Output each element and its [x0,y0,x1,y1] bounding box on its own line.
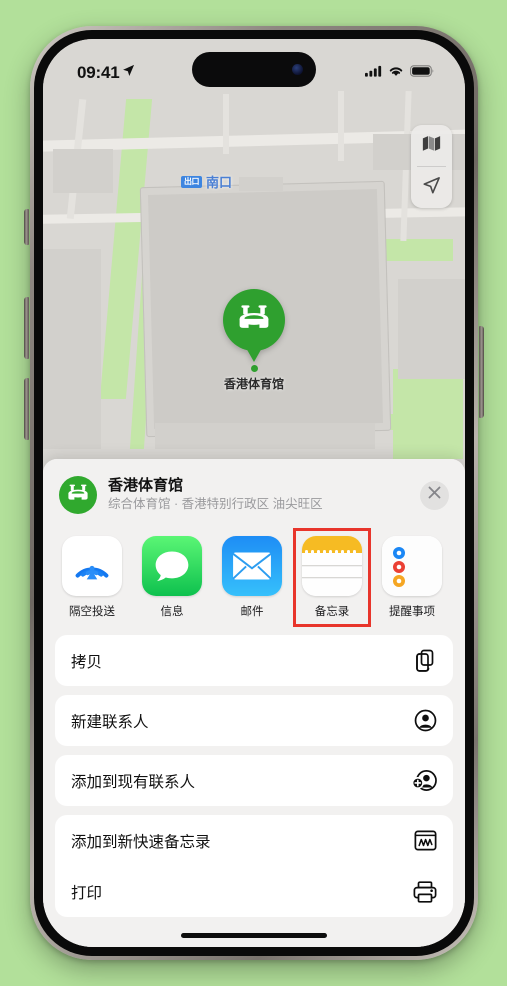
battery-full-icon [410,64,435,82]
map-layers-button[interactable] [411,125,452,166]
transit-label-text: 南口 [206,175,233,190]
action-label: 新建联系人 [71,713,149,731]
stadium-icon [66,483,90,508]
map-controls[interactable] [411,125,452,208]
cellular-bars-icon [365,64,382,82]
action-row-new-contact[interactable]: 新建联系人 [55,695,453,746]
map-pin[interactable] [223,289,285,351]
action-group: 拷贝 [55,635,453,686]
quick-note-icon [414,830,437,851]
share-app-airdrop[interactable]: 隔空投送 [61,536,123,619]
volume-down-button[interactable] [24,378,29,440]
person-badge-plus-icon [412,769,437,792]
phone-bezel: 出口 南口 香港体育馆 09:41 香港体育馆 综合体育馆 · 香港特别行政区 … [34,30,474,956]
share-app-label: 邮件 [240,606,264,618]
close-icon [428,486,441,504]
power-button[interactable] [479,326,484,418]
map-road [338,91,344,161]
place-avatar [59,476,97,514]
person-circle-icon [414,709,437,732]
share-app-row[interactable]: 隔空投送 信息 邮件 备忘录 提醒事项 [43,528,465,627]
share-app-label: 备忘录 [314,606,350,618]
action-group: 新建联系人 [55,695,453,746]
home-indicator[interactable] [181,933,327,938]
messages-icon [142,536,202,596]
map-building [155,423,375,449]
share-app-reminders[interactable]: 提醒事项 [381,536,443,619]
front-camera-icon [292,64,303,75]
place-info: 香港体育馆 综合体育馆 · 香港特别行政区 油尖旺区 [108,477,409,514]
map-building [239,177,283,191]
share-sheet-header: 香港体育馆 综合体育馆 · 香港特别行政区 油尖旺区 [43,459,465,528]
stadium-icon [236,303,272,338]
share-sheet: 香港体育馆 综合体育馆 · 香港特别行政区 油尖旺区 隔空投送 信息 邮件 备忘… [43,459,465,947]
wifi-icon [388,64,404,82]
action-label: 打印 [71,884,103,902]
reminders-icon [382,536,442,596]
share-action-list: 拷贝 新建联系人 添加到现有联系人 添加到新快速备忘录 打印 [43,625,465,917]
action-label: 添加到现有联系人 [71,773,196,791]
transit-exit-badge: 出口 [181,175,202,188]
map-pin-group[interactable]: 香港体育馆 [43,289,465,392]
map-road [223,94,229,154]
copy-icon [415,649,437,672]
place-subtitle: 综合体育馆 · 香港特别行政区 油尖旺区 [108,497,323,512]
action-label: 拷贝 [71,653,103,671]
status-time: 09:41 [77,63,120,82]
location-arrow-icon [422,176,441,200]
close-button[interactable] [420,480,449,510]
dynamic-island[interactable] [192,52,316,87]
action-group: 添加到现有联系人 [55,755,453,806]
notes-icon [302,536,362,596]
volume-up-button[interactable] [24,297,29,359]
action-row-copy[interactable]: 拷贝 [55,635,453,686]
status-time-group: 09:41 [77,63,135,83]
share-app-messages[interactable]: 信息 [141,536,203,619]
share-app-label: 信息 [160,606,184,618]
action-row-print[interactable]: 打印 [55,866,453,917]
action-label: 添加到新快速备忘录 [71,833,211,851]
action-row-add-existing-contact[interactable]: 添加到现有联系人 [55,755,453,806]
share-app-mail[interactable]: 邮件 [221,536,283,619]
action-group: 添加到新快速备忘录 打印 [55,815,453,917]
share-app-label: 隔空投送 [69,606,115,618]
map-layers-icon [422,135,441,156]
place-title: 香港体育馆 [108,476,184,494]
airdrop-icon [62,536,122,596]
current-location-button[interactable] [411,167,452,208]
action-button[interactable] [24,209,29,245]
printer-icon [413,880,437,903]
action-row-new-quick-note[interactable]: 添加到新快速备忘录 [55,815,453,866]
map-pin-anchor-dot [250,365,258,372]
phone-screen: 出口 南口 香港体育馆 09:41 香港体育馆 综合体育馆 · 香港特别行政区 … [43,39,465,947]
map-pin-label: 香港体育馆 [223,377,284,391]
mail-icon [222,536,282,596]
phone-frame: 出口 南口 香港体育馆 09:41 香港体育馆 综合体育馆 · 香港特别行政区 … [24,26,484,960]
location-arrow-icon [122,64,135,82]
map-transit-label[interactable]: 出口 南口 [181,172,232,191]
map-building [53,149,113,193]
status-indicators [365,64,435,82]
share-app-label: 提醒事项 [389,606,435,618]
share-app-notes[interactable]: 备忘录 [293,528,371,627]
